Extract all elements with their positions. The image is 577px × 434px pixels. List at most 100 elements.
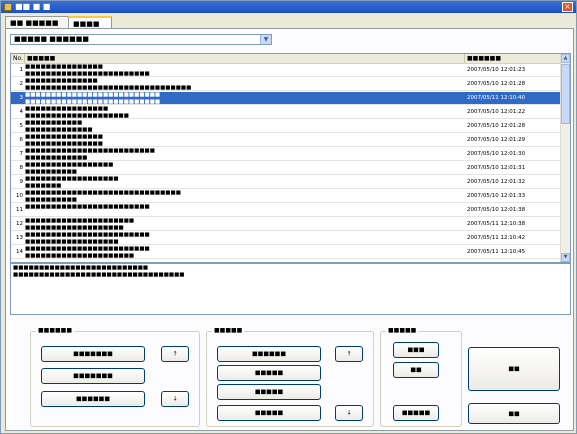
add-text-button[interactable]: ■■■■■	[217, 365, 321, 381]
table-row[interactable]: 6 ■■■■■■■■■■■■■■■ ■■■■■■■■■■■■■■■ 2007/05/1…	[11, 134, 562, 147]
row-text-line1: ■■■■■■■■■■■■■■■■■■■■■■■■	[25, 204, 150, 210]
add-group-button[interactable]: ■■■■■■■	[41, 346, 145, 362]
row-number: 12	[16, 221, 23, 227]
row-text-line2: ■■■■■■■■■■■■■■■■■■■■■■■■■■	[25, 98, 161, 105]
text-move-down-button[interactable]: ↓	[335, 405, 363, 421]
group-management-box: ■■■■■■ ■■■■■■■ ↑ ■■■■■■■ ■■■■■■ ↓	[30, 327, 200, 427]
row-number: 6	[19, 137, 24, 143]
button-label: ■■	[508, 365, 520, 373]
button-label: ■■■	[407, 346, 425, 354]
scroll-down-icon[interactable]: ▼	[561, 253, 570, 262]
paste-button[interactable]: ■■	[393, 362, 439, 378]
read-aloud-button[interactable]: ■■■■■	[393, 405, 439, 421]
row-text-line2: ■■■■■■■■■■■■■■■■■■■	[25, 224, 124, 231]
delete-text-button[interactable]: ■■■■■	[217, 405, 321, 421]
window-title: ■■ ■ ■	[15, 2, 51, 11]
row-number: 2	[19, 81, 24, 87]
row-date: 2007/05/11 12:10:40	[467, 95, 526, 101]
button-label: ■■■■■■	[251, 350, 286, 358]
text-management-box: ■■■■■ ■■■■■■ ↑ ■■■■■ ■■■■■ ■■■■■ ↓	[206, 327, 374, 427]
button-label: ■■■■■■■	[73, 350, 113, 358]
delete-group-button[interactable]: ■■■■■■	[41, 391, 145, 407]
row-date: 2007/05/10 12:01:38	[467, 207, 526, 213]
button-label: ■■■■■■	[75, 395, 110, 403]
row-text-line2: ■■■■■■■■■■■■	[25, 154, 88, 161]
row-text-line2: ■■■■■■■	[25, 182, 62, 189]
row-date: 2007/05/10 12:01:30	[467, 151, 526, 157]
table-row[interactable]: 10 ■■■■■■■■■■■■■■■■■■■■■■■■■■■■■■ ■■■■■■■■…	[11, 190, 562, 203]
scroll-thumb[interactable]	[561, 64, 570, 124]
row-number: 4	[19, 109, 24, 115]
edit-text-button[interactable]: ■■■■■	[217, 384, 321, 400]
main-window: ■■ ■ ■ × ■■ ■■■■■ ■■■■ ■■■■■ ■■■■■■ ▼ No…	[0, 0, 577, 434]
row-text-line2: ■■■■■■■■■■■■■■■■■■	[25, 238, 119, 245]
arrow-up-icon: ↑	[172, 350, 178, 358]
row-number: 3	[19, 95, 24, 101]
tab-panel: ■■■■■ ■■■■■■ ▼ No. ■■■■■ ■■■■■■ 1 ■■■■■■■…	[5, 28, 574, 431]
table-row[interactable]: 14 ■■■■■■■■■■■■■■■■■■■■■■■■ ■■■■■■■■■■■■■■…	[11, 246, 562, 259]
table-row[interactable]: 5 ■■■■■■■■■■■ ■■■■■■■■■■■■■ 2007/05/10 12:0…	[11, 120, 562, 133]
row-date: 2007/05/10 12:01:32	[467, 179, 526, 185]
edit-group-button[interactable]: ■■■■■■■	[41, 368, 145, 384]
text-operations-box: ■■■■■ ■■■ ■■ ■■■■■	[380, 327, 462, 427]
close-icon: ×	[564, 2, 571, 11]
text-management-legend: ■■■■■	[212, 327, 245, 334]
preview-line2: ■■■■■■■■■■■■■■■■■■■■■■■■■■■■■■■■■	[13, 271, 185, 278]
row-number: 10	[16, 193, 23, 199]
row-text-line2: ■■■■■■■■■■	[25, 168, 77, 175]
chevron-down-icon[interactable]: ▼	[260, 35, 271, 44]
button-label: ■■■■■■■	[73, 372, 113, 380]
group-move-down-button[interactable]: ↓	[161, 391, 189, 407]
button-label: ■■	[508, 410, 520, 417]
copy-button[interactable]: ■■■	[393, 342, 439, 358]
row-date: 2007/05/11 12:10:42	[467, 235, 526, 241]
button-label: ■■■■■	[254, 388, 284, 396]
table-row[interactable]: 8 ■■■■■■■■■■■■■■■■■ ■■■■■■■■■■ 2007/05/10 1…	[11, 162, 562, 175]
list-scrollbar[interactable]: ▲ ▼	[560, 54, 570, 262]
row-text-line2: ■■■■■■■■■■■■■■■■■■■■■	[25, 252, 135, 259]
row-text-line2: ■■■■■■■■■■■■■■■	[25, 140, 103, 147]
button-label: ■■■■■	[254, 369, 284, 377]
table-row[interactable]: 9 ■■■■■■■■■■■■■■■■■■ ■■■■■■■ 2007/05/10 12:…	[11, 176, 562, 189]
insert-text-button[interactable]: ■■■■■■	[217, 346, 321, 362]
group-move-up-button[interactable]: ↑	[161, 346, 189, 362]
row-number: 14	[16, 249, 23, 255]
text-preview-area[interactable]: ■■■■■■■■■■■■■■■■■■■■■■■■■■ ■■■■■■■■■■■■■…	[10, 263, 571, 315]
table-row[interactable]: 1 ■■■■■■■■■■■■■■■ ■■■■■■■■■■■■■■■■■■■■■■■■…	[11, 64, 562, 77]
row-date: 2007/05/11 12:10:38	[467, 221, 526, 227]
text-operations-legend: ■■■■■	[386, 327, 419, 334]
table-row[interactable]: 4 ■■■■■■■■■■■■■■■■ ■■■■■■■■■■■■■■■■■■■■ 200…	[11, 106, 562, 119]
row-text-line2: ■■■■■■■■■■■■■■■■■■■■■■■■■■■■■■■■	[25, 84, 192, 91]
row-text-line2: ■■■■■■■■■■■■■	[25, 126, 93, 133]
row-number: 11	[16, 207, 23, 213]
title-bar[interactable]: ■■ ■ ■ ×	[1, 1, 576, 13]
table-row-selected[interactable]: 3 ■■■■■■■■■■■■■■■■■■■■■■■■■■ ■■■■■■■■■■■■■…	[11, 92, 562, 105]
group-select[interactable]: ■■■■■ ■■■■■■ ▼	[10, 34, 272, 45]
table-row[interactable]: 7 ■■■■■■■■■■■■■■■■■■■■■■■■■ ■■■■■■■■■■■■ 20…	[11, 148, 562, 161]
table-row[interactable]: 11 ■■■■■■■■■■■■■■■■■■■■■■■■ 2007/05/10 12:…	[11, 204, 562, 217]
group-management-legend: ■■■■■■	[36, 327, 75, 334]
text-move-up-button[interactable]: ↑	[335, 346, 363, 362]
row-number: 7	[19, 151, 24, 157]
column-header-number[interactable]: No.	[11, 54, 25, 63]
row-number: 13	[16, 235, 23, 241]
table-row[interactable]: 12 ■■■■■■■■■■■■■■■■■■■■■ ■■■■■■■■■■■■■■■■■…	[11, 218, 562, 231]
save-button[interactable]: ■■	[468, 347, 560, 391]
close-window-button[interactable]: ×	[562, 2, 573, 12]
row-text-line2: ■■■■■■■■■■	[25, 196, 77, 203]
row-date: 2007/05/11 12:10:45	[467, 249, 526, 255]
button-label: ■■■■■	[254, 409, 284, 417]
row-text-line2: ■■■■■■■■■■■■■■■■■■■■	[25, 112, 129, 119]
row-number: 5	[19, 123, 24, 129]
tab-group-settings[interactable]: ■■ ■■■■■	[5, 16, 69, 28]
list-header: No. ■■■■■ ■■■■■■	[11, 54, 562, 64]
table-row[interactable]: 2 ■■■■■■■■■■■■■■ ■■■■■■■■■■■■■■■■■■■■■■■■■…	[11, 78, 562, 91]
button-label: ■■■■■	[401, 409, 431, 417]
row-number: 9	[19, 179, 24, 185]
table-row[interactable]: 13 ■■■■■■■■■■■■■■■■■■■■■■■■ ■■■■■■■■■■■■■■…	[11, 232, 562, 245]
scroll-up-icon[interactable]: ▲	[561, 54, 570, 63]
close-button[interactable]: ■■	[468, 403, 560, 424]
column-header-date[interactable]: ■■■■■■	[465, 54, 562, 63]
column-header-content[interactable]: ■■■■■	[25, 54, 465, 63]
list-rows: 1 ■■■■■■■■■■■■■■■ ■■■■■■■■■■■■■■■■■■■■■■■■…	[11, 64, 562, 262]
